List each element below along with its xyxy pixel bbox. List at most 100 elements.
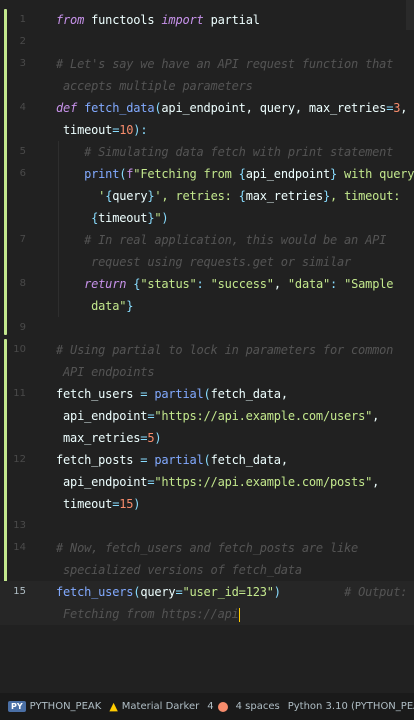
code-token: from [56,13,85,27]
code-text: timeout=10): [56,119,148,141]
code-token: partial [154,387,204,401]
code-line[interactable]: 8 return {"status": "success", "data": "… [0,273,414,295]
code-token: data" [91,299,127,313]
code-token: ): [133,123,148,137]
code-line[interactable]: max_retries=5) [0,427,414,449]
code-token: { [238,167,246,181]
theme-indicator[interactable]: ▲ Material Darker [109,700,199,713]
code-token: specialized versions of fetch_data [56,563,302,577]
code-token: API endpoints [56,365,155,379]
code-token: # Let's say we have an API request funct… [56,57,394,71]
code-token: timeout [56,497,113,511]
code-line[interactable]: 1 from functools import partial [0,9,414,31]
indent-label: 4 spaces [235,701,280,712]
code-token: accepts multiple parameters [56,79,253,93]
workspace-label: PYTHON_PEAK [29,701,102,712]
code-line[interactable]: 6 print(f"Fetching from {api_endpoint} w… [0,163,414,185]
code-token: , [372,409,380,423]
code-line[interactable]: 4 def fetch_data(api_endpoint, query, max… [0,97,414,119]
code-text: request using requests.get or similar [56,251,351,273]
code-text: api_endpoint="https://api.example.com/us… [56,405,379,427]
code-text: data"} [56,295,133,317]
code-line[interactable]: timeout=15) [0,493,414,515]
warnings-indicator[interactable]: 4 [207,701,228,712]
code-token: # Simulating data fetch with print state… [84,145,394,159]
warning-icon [217,701,228,712]
code-line[interactable]: api_endpoint="https://api.example.com/po… [0,471,414,493]
code-line[interactable]: 9 [0,317,414,339]
code-token: fetch_users [56,387,141,401]
code-line[interactable]: 3 # Let's say we have an API request func… [0,53,414,75]
code-text: fetch_posts = partial(fetch_data, [56,449,288,471]
code-line[interactable]: 10 # Using partial to lock in parameters … [0,339,414,361]
theme-label: Material Darker [121,701,200,712]
code-line[interactable]: 5 # Simulating data fetch with print sta… [0,141,414,163]
code-line[interactable]: request using requests.get or similar [0,251,414,273]
code-token: } [330,167,338,181]
interpreter-label: Python 3.10 (PYTHON_PEAK) [287,701,414,712]
code-token: "user_id=123" [182,585,274,599]
status-bar: PY PYTHON_PEAK ▲ Material Darker 4 4 spa… [0,693,414,720]
code-token: , [273,277,288,291]
code-line[interactable]: 11 fetch_users = partial(fetch_data, [0,383,414,405]
code-text: max_retries=5) [56,427,162,449]
code-line[interactable]: {timeout}") [0,207,414,229]
material-theme-icon: ▲ [109,700,118,713]
line-number: 12 [13,454,26,465]
python-icon: PY [8,701,26,712]
code-token: return [84,277,127,291]
code-token: } [322,189,331,203]
code-token: fetch_data [84,101,155,115]
code-token: api_endpoint, query, max_retries [161,101,387,115]
line-number: 9 [19,322,26,333]
code-line[interactable]: Fetching from https://api [0,603,414,625]
code-text: # In real application, this would be an … [56,229,386,251]
code-text: {timeout}") [56,207,169,229]
code-line[interactable]: 7 # In real application, this would be a… [0,229,414,251]
code-line[interactable]: data"} [0,295,414,317]
code-text: specialized versions of fetch_data [56,559,302,581]
code-token: functools [84,13,162,27]
workspace-indicator[interactable]: PY PYTHON_PEAK [8,701,101,712]
code-line[interactable]: timeout=10): [0,119,414,141]
code-text: print(f"Fetching from {api_endpoint} wit… [56,163,414,185]
warnings-count: 4 [207,701,214,712]
code-token: { [238,189,246,203]
code-token: # Output: [344,585,408,599]
code-line[interactable]: 14 # Now, fetch_users and fetch_posts are… [0,537,414,559]
code-token: fetch_data, [210,387,288,401]
code-token: query [112,189,148,203]
code-token: max_retries [245,189,323,203]
code-line[interactable]: 13 [0,515,414,537]
code-editor[interactable]: 1 from functools import partial 2 3 # Let's … [0,0,414,693]
code-line[interactable]: API endpoints [0,361,414,383]
code-line[interactable]: 15 fetch_users(query="user_id=123") # Out… [0,581,414,603]
indent-indicator[interactable]: 4 spaces [236,701,280,712]
code-text: from functools import partial [56,9,260,31]
code-line[interactable]: 2 [0,31,414,53]
code-text: fetch_users = partial(fetch_data, [56,383,288,405]
code-token: fetch_posts [56,453,141,467]
line-number: 7 [19,234,26,245]
interpreter-indicator[interactable]: Python 3.10 (PYTHON_PEAK) [288,701,414,712]
code-text: accepts multiple parameters [56,75,253,97]
line-number: 6 [19,168,26,179]
code-token: partial [203,13,260,27]
line-number: 8 [19,278,26,289]
code-text: timeout=15) [56,493,141,515]
code-line[interactable]: '{query}', retries: {max_retries}, timeo… [0,185,414,207]
code-line[interactable]: specialized versions of fetch_data [0,559,414,581]
code-line[interactable]: api_endpoint="https://api.example.com/us… [0,405,414,427]
code-text: # Using partial to lock in parameters fo… [56,339,393,361]
code-token: request using requests.get or similar [91,255,352,269]
code-token: # Using partial to lock in parameters fo… [56,343,394,357]
code-token: fetch_data, [210,453,288,467]
code-line[interactable]: 12 fetch_posts = partial(fetch_data, [0,449,414,471]
code-line[interactable]: accepts multiple parameters [0,75,414,97]
code-token: , timeout: [330,189,401,203]
code-token: timeout [98,211,148,225]
